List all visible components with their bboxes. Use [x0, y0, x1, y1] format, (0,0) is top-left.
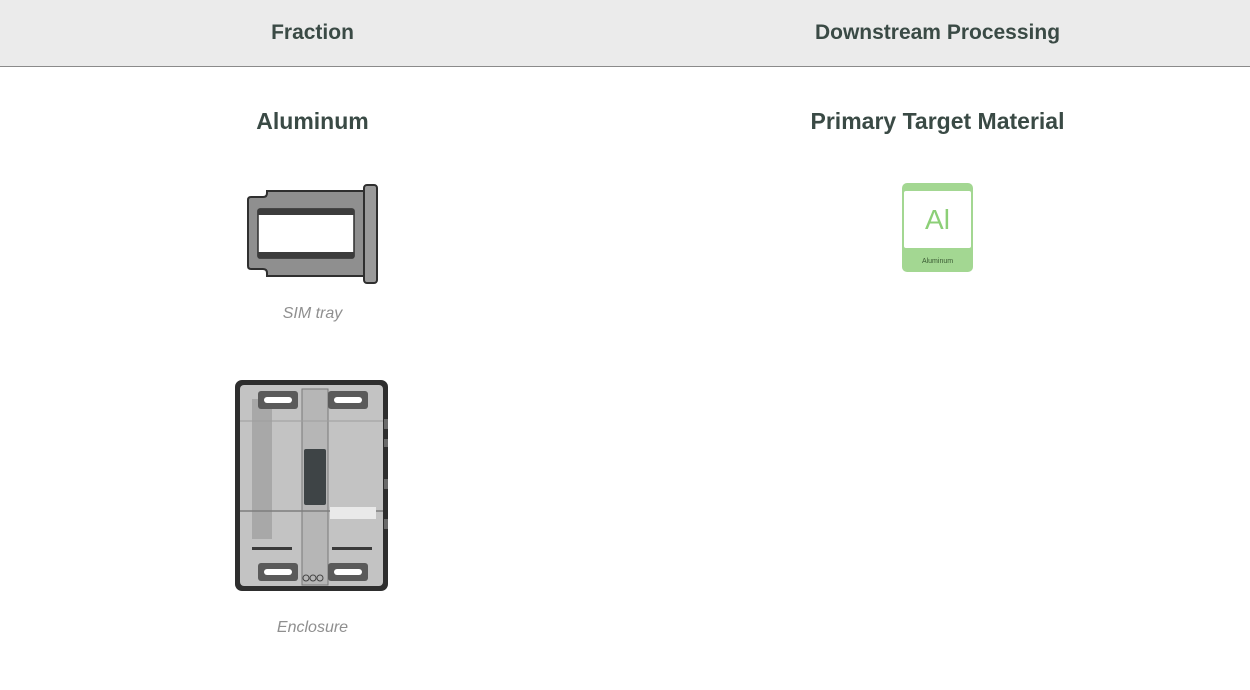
- material-name: Aluminum: [921, 257, 954, 265]
- enclosure-image: [235, 380, 388, 591]
- aluminum-material-badge: Al Aluminum: [902, 183, 973, 272]
- table-header: Fraction Downstream Processing: [0, 0, 1250, 67]
- fraction-column-header: Fraction: [271, 21, 354, 44]
- processing-column-header: Downstream Processing: [814, 21, 1061, 44]
- sim-tray-image: [247, 184, 378, 284]
- fraction-title: Aluminum: [256, 108, 369, 134]
- enclosure-caption: Enclosure: [276, 619, 349, 636]
- material-symbol: Al: [904, 191, 971, 248]
- processing-title: Primary Target Material: [810, 108, 1065, 134]
- sim-tray-caption: SIM tray: [282, 305, 343, 322]
